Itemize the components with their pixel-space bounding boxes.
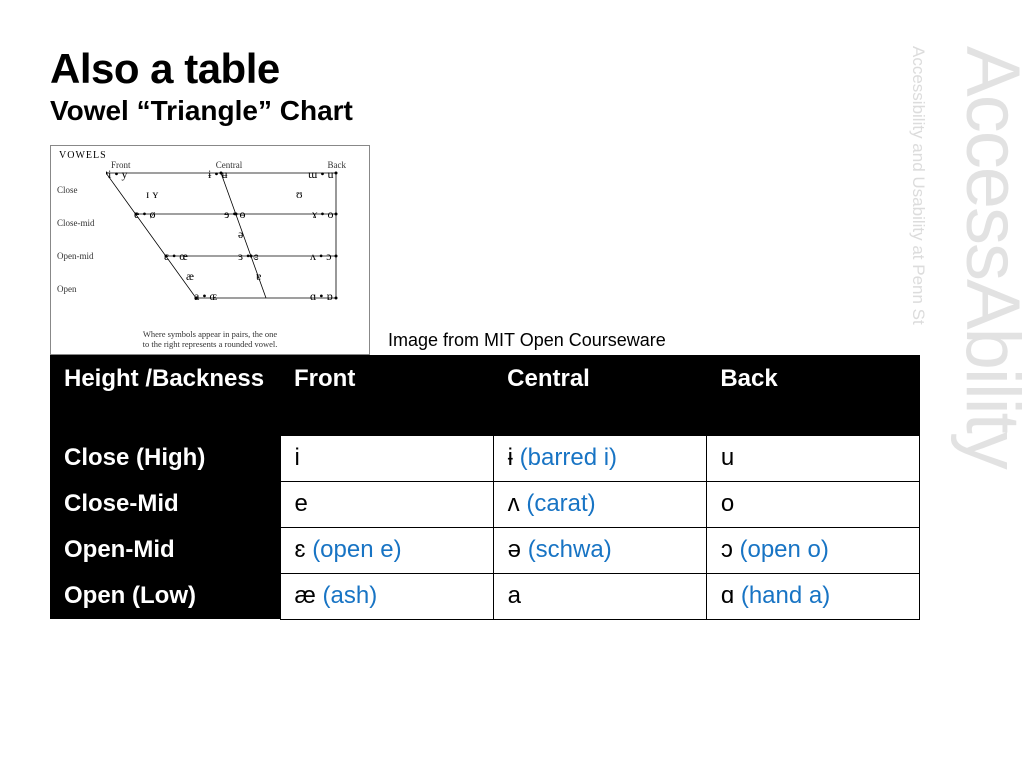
diagram-caption-2: to the right represents a rounded vowel. — [143, 339, 278, 349]
svg-text:ɑ • ɒ: ɑ • ɒ — [310, 289, 333, 303]
ipa-symbol: ɨ — [508, 444, 513, 471]
vowel-table: Height /Backness Front Central Back Clos… — [50, 355, 920, 620]
svg-text:ɪ ʏ: ɪ ʏ — [146, 187, 158, 201]
row-label: Open-Mid — [50, 527, 280, 573]
table-cell: ɑ (hand a) — [706, 573, 919, 619]
table-body: Close (High) i ɨ (barred i) u Close-Mid e ʌ (c… — [50, 435, 920, 619]
slide: Also a table Vowel “Triangle” Chart VOWE… — [0, 0, 1024, 768]
diagram-row-labels: Close Close-mid Open-mid Open — [57, 174, 95, 306]
diagram-row-close: Close — [57, 174, 95, 207]
table-row: Open (Low)æ (ash)aɑ (hand a) — [50, 573, 920, 619]
table-cell: ʌ (carat) — [493, 481, 706, 527]
th-height-backness: Height /Backness — [50, 355, 280, 435]
ipa-symbol: ɑ — [721, 582, 734, 609]
table-cell: o — [706, 481, 919, 527]
svg-text:i • y: i • y — [108, 168, 128, 181]
svg-text:ɯ • u: ɯ • u — [308, 168, 334, 181]
image-credit: Image from MIT Open Courseware — [388, 330, 666, 351]
table-cell: ə (schwa) — [493, 527, 706, 573]
diagram-row: VOWELS Front Central Back Close Close-mi… — [50, 145, 964, 355]
ipa-symbol: ɛ — [295, 536, 306, 563]
diagram-caption: Where symbols appear in pairs, the one t… — [51, 330, 369, 350]
ipa-symbol: ə — [508, 536, 521, 563]
ipa-symbol: i — [295, 444, 300, 471]
row-label: Open (Low) — [50, 573, 280, 619]
ipa-name: (schwa) — [528, 536, 612, 563]
svg-text:æ: æ — [186, 269, 194, 283]
svg-text:ɤ • o: ɤ • o — [312, 207, 334, 221]
ipa-symbol: ʌ — [508, 490, 520, 517]
svg-text:a • ɶ: a • ɶ — [194, 289, 218, 303]
row-label: Close (High) — [50, 435, 280, 481]
diagram-row-openmid: Open-mid — [57, 240, 95, 273]
table-cell: e — [280, 481, 493, 527]
svg-text:ɜ • ɞ: ɜ • ɞ — [238, 249, 259, 263]
table-row: Close (High) i ɨ (barred i) u — [50, 435, 920, 481]
ipa-symbol: o — [721, 490, 734, 517]
svg-text:ə: ə — [238, 227, 243, 241]
svg-text:ʌ • ɔ: ʌ • ɔ — [310, 249, 332, 263]
svg-text:ɐ: ɐ — [256, 269, 261, 283]
watermark-subtitle: Accessibility and Usability at Penn St — [908, 46, 928, 325]
table-row: Open-Midɛ (open e)ə (schwa)ɔ (open o) — [50, 527, 920, 573]
table-header-row: Height /Backness Front Central Back — [50, 355, 920, 435]
ipa-name: (carat) — [526, 490, 595, 517]
table-cell: a — [493, 573, 706, 619]
vowel-trapezoid-diagram: VOWELS Front Central Back Close Close-mi… — [50, 145, 370, 355]
ipa-symbol: u — [721, 444, 734, 471]
svg-text:ʊ: ʊ — [296, 187, 303, 201]
diagram-row-closemid: Close-mid — [57, 207, 95, 240]
ipa-name: (ash) — [323, 582, 378, 609]
table-cell: u — [706, 435, 919, 481]
ipa-symbol: e — [295, 490, 308, 517]
th-back: Back — [706, 355, 919, 435]
th-front: Front — [280, 355, 493, 435]
table-row: Close-Mid e ʌ (carat) o — [50, 481, 920, 527]
ipa-name: (open o) — [739, 536, 828, 563]
svg-text:ɨ • ʉ: ɨ • ʉ — [208, 168, 228, 181]
diagram-caption-1: Where symbols appear in pairs, the one — [143, 329, 277, 339]
ipa-symbol: a — [508, 582, 521, 609]
table-cell: æ (ash) — [280, 573, 493, 619]
ipa-name: (open e) — [312, 536, 401, 563]
diagram-row-open: Open — [57, 273, 95, 306]
ipa-symbol: ɔ — [721, 536, 733, 563]
table-cell: ɨ (barred i) — [493, 435, 706, 481]
th-central: Central — [493, 355, 706, 435]
ipa-name: (barred i) — [520, 444, 617, 471]
trapezoid-svg: i • yɨ • ʉɯ • u ɪ ʏʊ e • øɘ • ɵɤ • o ə ɛ… — [106, 168, 346, 308]
table-cell: ɛ (open e) — [280, 527, 493, 573]
ipa-symbol: æ — [295, 582, 316, 609]
table-cell: i — [280, 435, 493, 481]
ipa-name: (hand a) — [741, 582, 830, 609]
page-title: Also a table — [50, 45, 964, 93]
table-cell: ɔ (open o) — [706, 527, 919, 573]
page-subtitle: Vowel “Triangle” Chart — [50, 95, 964, 127]
row-label: Close-Mid — [50, 481, 280, 527]
svg-text:ɛ • œ: ɛ • œ — [164, 249, 188, 263]
